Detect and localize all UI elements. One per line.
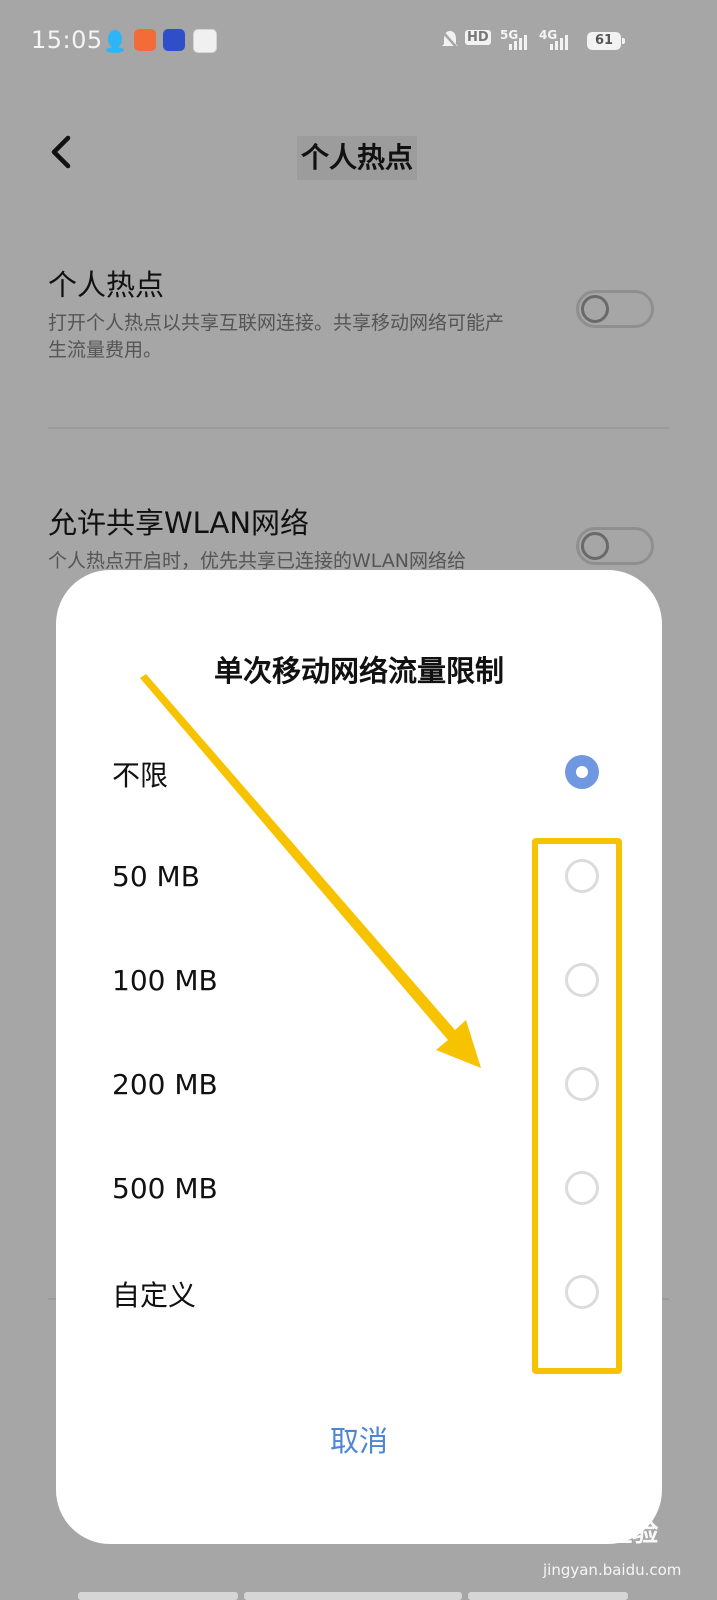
watermark-url: jingyan.baidu.com — [543, 1561, 682, 1579]
watermark-logo: Bai· 经验 — [541, 1518, 659, 1548]
annotation-arrow-icon — [140, 674, 481, 1068]
